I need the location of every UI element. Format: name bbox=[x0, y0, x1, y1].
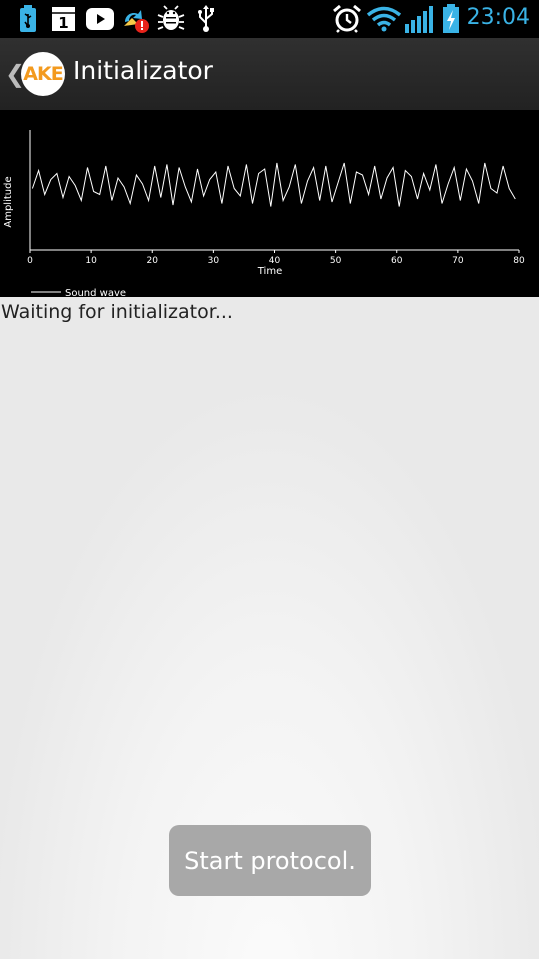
x-tick-label: 80 bbox=[513, 256, 525, 266]
app-logo[interactable]: AKE bbox=[21, 52, 65, 96]
wifi-icon bbox=[366, 6, 402, 36]
usb-icon bbox=[196, 5, 216, 37]
x-tick-label: 20 bbox=[147, 256, 159, 266]
youtube-icon bbox=[86, 8, 114, 34]
x-axis-label: Time bbox=[257, 266, 282, 277]
status-message: Waiting for initializator... bbox=[1, 301, 233, 323]
status-bar: 1 23:04 bbox=[0, 0, 539, 38]
signal-icon bbox=[404, 4, 436, 38]
series-line-sound-wave bbox=[31, 162, 516, 207]
y-axis-label: Amplitude bbox=[3, 176, 14, 227]
x-tick-label: 30 bbox=[208, 256, 220, 266]
alarm-icon bbox=[332, 4, 362, 37]
x-tick-label: 60 bbox=[391, 256, 403, 266]
x-tick-label: 40 bbox=[269, 256, 281, 266]
x-tick-label: 10 bbox=[85, 256, 97, 266]
usb-storage-icon bbox=[18, 5, 38, 37]
x-tick-label: 70 bbox=[452, 256, 464, 266]
x-tick-label: 0 bbox=[27, 256, 33, 266]
sync-warning-icon bbox=[122, 6, 150, 38]
android-debug-icon bbox=[157, 5, 185, 37]
sound-wave-chart: 0 10 20 30 40 50 60 70 80 Time Amplitude Sound w… bbox=[0, 110, 539, 297]
legend-label: Sound wave bbox=[65, 288, 126, 297]
clock: 23:04 bbox=[466, 5, 530, 30]
battery-charging-icon bbox=[442, 4, 460, 38]
calendar-day: 1 bbox=[58, 14, 68, 32]
toast-message: Start protocol. bbox=[169, 825, 371, 896]
x-tick-label: 50 bbox=[330, 256, 342, 266]
main-content: Waiting for initializator... Start proto… bbox=[0, 297, 539, 959]
action-bar: ❮ AKE Initializator bbox=[0, 38, 539, 112]
calendar-icon: 1 bbox=[51, 6, 76, 36]
page-title: Initializator bbox=[73, 56, 213, 85]
